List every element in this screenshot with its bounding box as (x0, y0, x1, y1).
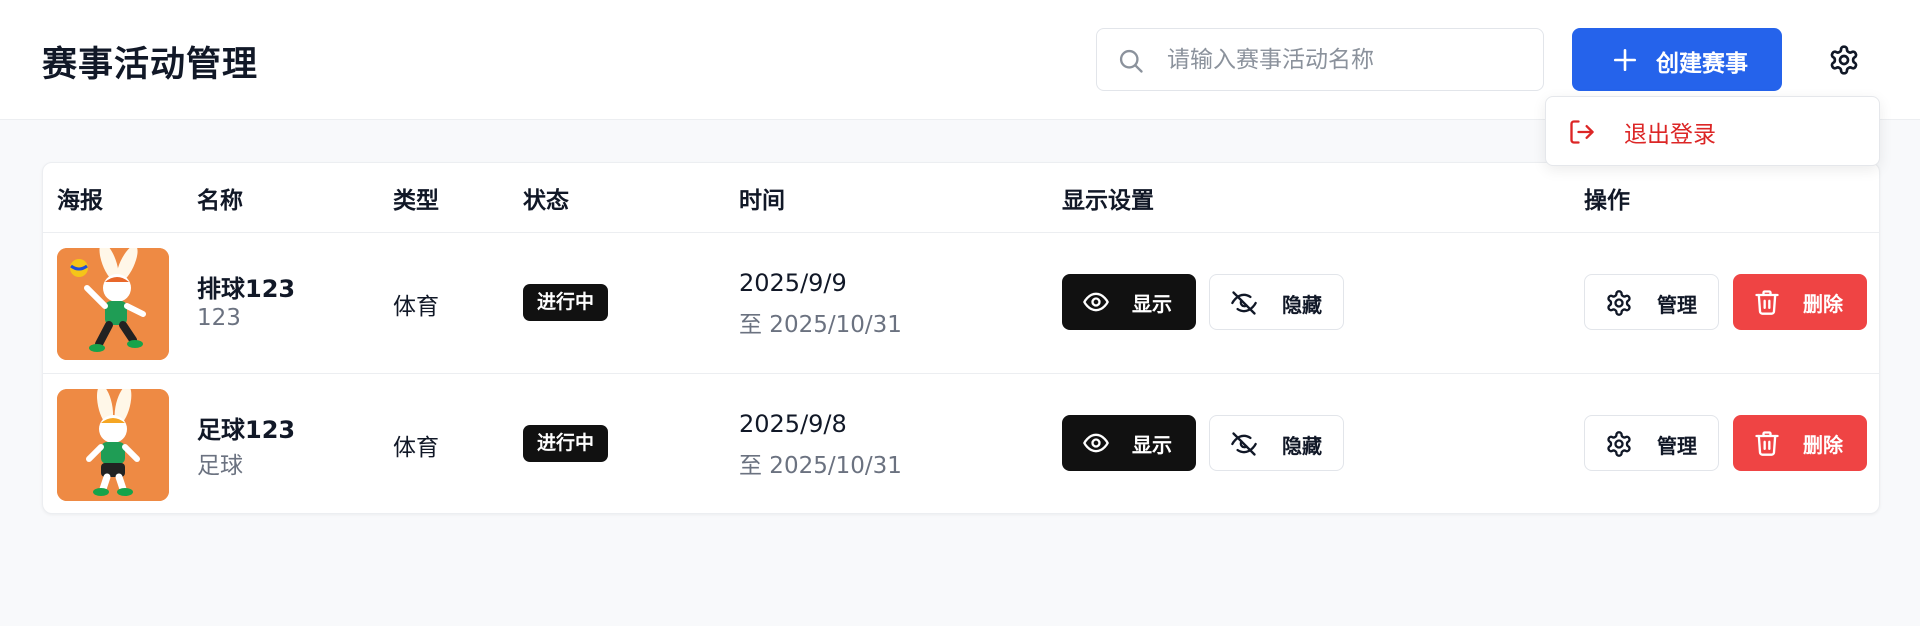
trash-icon (1755, 431, 1779, 456)
event-end-date: 至 2025/10/31 (739, 453, 902, 479)
show-label: 显示 (1132, 433, 1172, 457)
event-type: 体育 (393, 435, 439, 461)
column-header-actions: 操作 (1584, 188, 1630, 214)
hide-button[interactable]: 隐藏 (1209, 274, 1344, 330)
status-badge: 进行中 (523, 425, 609, 462)
event-subtitle: 123 (197, 305, 241, 331)
delete-label: 删除 (1803, 433, 1843, 457)
delete-button[interactable]: 删除 (1733, 274, 1867, 330)
event-subtitle: 足球 (197, 453, 243, 479)
eye-icon (1083, 292, 1109, 312)
search-icon (1119, 49, 1143, 73)
event-name: 排球123 (197, 275, 296, 303)
page-title: 赛事活动管理 (42, 45, 259, 85)
event-type: 体育 (393, 294, 439, 320)
search-input[interactable] (1167, 29, 1527, 90)
plus-icon (1613, 48, 1637, 72)
manage-button[interactable]: 管理 (1584, 274, 1719, 330)
events-table: 海报 名称 类型 状态 时间 显示设置 操作 排球123 123 体育 进行中 … (42, 162, 1880, 514)
user-dropdown-menu: 退出登录 (1545, 96, 1880, 166)
delete-label: 删除 (1803, 292, 1843, 316)
status-badge: 进行中 (523, 284, 609, 321)
eye-off-icon (1231, 432, 1257, 456)
rabbit-mascot-football-image (57, 389, 169, 501)
delete-button[interactable]: 删除 (1733, 415, 1867, 471)
logout-label: 退出登录 (1624, 122, 1716, 148)
eye-off-icon (1231, 291, 1257, 315)
hide-label: 隐藏 (1282, 434, 1322, 458)
trash-icon (1755, 290, 1779, 315)
table-row: 排球123 123 体育 进行中 2025/9/9 至 2025/10/31 显… (43, 233, 1879, 374)
show-label: 显示 (1132, 292, 1172, 316)
event-start-date: 2025/9/8 (739, 410, 847, 438)
table-row: 足球123 足球 体育 进行中 2025/9/8 至 2025/10/31 显示… (43, 374, 1879, 513)
column-header-status: 状态 (523, 188, 569, 214)
create-event-label: 创建赛事 (1656, 51, 1748, 77)
hide-button[interactable]: 隐藏 (1209, 415, 1344, 471)
column-header-time: 时间 (739, 188, 785, 214)
show-button[interactable]: 显示 (1062, 274, 1196, 330)
create-event-button[interactable]: 创建赛事 (1572, 28, 1782, 91)
search-box[interactable] (1096, 28, 1544, 91)
logout-icon (1570, 120, 1594, 144)
logout-menu-item[interactable]: 退出登录 (1546, 97, 1879, 165)
hide-label: 隐藏 (1282, 293, 1322, 317)
manage-label: 管理 (1657, 293, 1697, 317)
event-name: 足球123 (197, 416, 296, 444)
gear-icon (1607, 431, 1631, 457)
gear-icon[interactable] (1828, 44, 1860, 76)
event-end-date: 至 2025/10/31 (739, 312, 902, 338)
eye-icon (1083, 433, 1109, 453)
column-header-name: 名称 (197, 188, 243, 214)
show-button[interactable]: 显示 (1062, 415, 1196, 471)
manage-button[interactable]: 管理 (1584, 415, 1719, 471)
column-header-type: 类型 (393, 188, 439, 214)
column-header-display: 显示设置 (1062, 188, 1154, 214)
event-poster (57, 248, 169, 360)
rabbit-mascot-volleyball-image (57, 248, 169, 360)
gear-icon (1607, 290, 1631, 316)
event-start-date: 2025/9/9 (739, 269, 847, 297)
column-header-poster: 海报 (57, 188, 103, 214)
event-poster (57, 389, 169, 501)
manage-label: 管理 (1657, 434, 1697, 458)
